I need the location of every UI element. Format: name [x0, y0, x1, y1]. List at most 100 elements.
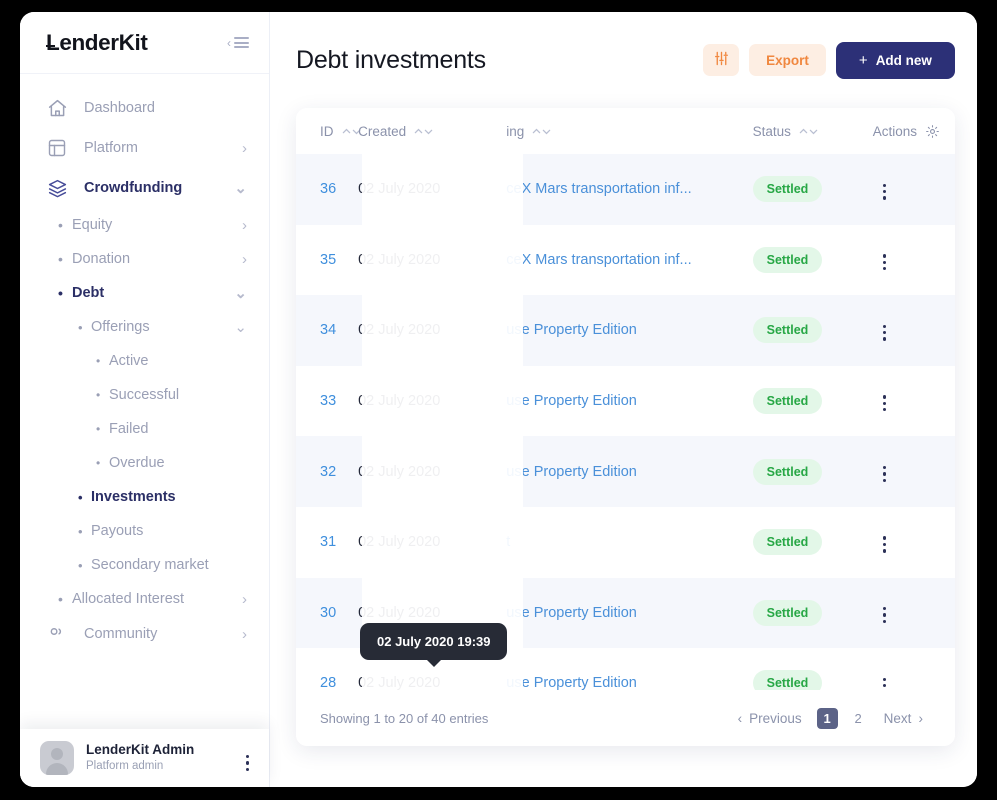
- cell-created: 02 July 2020: [358, 224, 507, 296]
- cell-id[interactable]: 32: [296, 436, 359, 507]
- avatar: [40, 741, 74, 775]
- cell-status: Settled: [748, 506, 859, 578]
- cell-id[interactable]: 30: [296, 577, 359, 649]
- sidebar-item-investments[interactable]: • Investments: [20, 480, 269, 514]
- cell-created: 02 July 2020: [358, 436, 507, 507]
- sidebar-item-secondary-market[interactable]: • Secondary market: [20, 548, 269, 582]
- sidebar-item-platform[interactable]: Platform ›: [20, 128, 269, 168]
- sidebar-item-successful[interactable]: • Successful: [20, 378, 269, 412]
- cell-id[interactable]: 34: [296, 295, 359, 366]
- status-badge: Settled: [752, 458, 823, 485]
- status-badge: Settled: [752, 599, 823, 626]
- row-menu-button[interactable]: [873, 462, 896, 486]
- status-badge: Settled: [752, 176, 823, 203]
- cell-offering[interactable]: use Property Edition: [506, 295, 749, 366]
- cell-offering[interactable]: use Property Edition: [506, 436, 749, 507]
- cell-offering[interactable]: ceX Mars transportation inf...: [506, 154, 749, 225]
- app-window: LenderKit ‹ Dashboard Platform › Crowdfu…: [20, 12, 977, 787]
- gear-icon[interactable]: [925, 124, 940, 139]
- sidebar-collapse-button[interactable]: ‹: [227, 37, 249, 49]
- chevron-down-icon: ⌄: [234, 284, 247, 302]
- sidebar-user-footer[interactable]: LenderKit Admin Platform admin: [20, 729, 269, 787]
- page-button-2[interactable]: 2: [848, 708, 869, 729]
- column-header-actions: Actions: [858, 108, 955, 154]
- status-badge: Settled: [752, 246, 823, 273]
- table-row[interactable]: 32 02 July 2020 use Property Edition Settle…: [296, 436, 955, 507]
- page-button-1[interactable]: 1: [816, 707, 838, 729]
- cell-status: Settled: [748, 224, 859, 296]
- sidebar-item-community[interactable]: Community ›: [20, 616, 269, 652]
- row-menu-button[interactable]: [873, 180, 896, 204]
- row-menu-button[interactable]: [873, 391, 896, 415]
- cell-id[interactable]: 31: [296, 506, 359, 578]
- sidebar-item-crowdfunding[interactable]: Crowdfunding ⌄: [20, 168, 269, 208]
- sort-icon[interactable]: [532, 127, 551, 136]
- column-header-status[interactable]: Status: [748, 108, 859, 154]
- sidebar-item-overdue[interactable]: • Overdue: [20, 446, 269, 480]
- sidebar-item-dashboard[interactable]: Dashboard: [20, 88, 269, 128]
- sidebar-item-label: Successful: [109, 387, 180, 403]
- bullet-icon: •: [58, 591, 63, 607]
- table-header-row: ID Created ing Status Actions: [296, 108, 955, 154]
- filter-button[interactable]: [703, 44, 740, 76]
- cell-created: 02 July 2020: [358, 295, 507, 366]
- cell-created: 02 July 2020: [358, 365, 507, 437]
- cell-offering[interactable]: use Property Edition: [506, 577, 749, 649]
- user-menu-button[interactable]: [240, 745, 255, 771]
- cell-id[interactable]: 33: [296, 365, 359, 437]
- column-header-label: ID: [320, 123, 334, 139]
- table-row[interactable]: 34 02 July 2020 use Property Edition Settle…: [296, 295, 955, 366]
- user-role: Platform admin: [86, 760, 164, 773]
- layout-icon: [46, 137, 68, 159]
- status-badge: Settled: [752, 317, 823, 344]
- cell-offering[interactable]: ceX Mars transportation inf...: [506, 224, 749, 296]
- bullet-icon: •: [58, 285, 63, 301]
- sidebar-item-allocated-interest[interactable]: • Allocated Interest ›: [20, 582, 269, 616]
- table-row[interactable]: 36 02 July 2020 ceX Mars transportation in…: [296, 154, 955, 225]
- sidebar-item-payouts[interactable]: • Payouts: [20, 514, 269, 548]
- add-new-button[interactable]: + Add new: [835, 41, 955, 79]
- bullet-icon: •: [96, 388, 101, 402]
- previous-page-button[interactable]: ‹ Previous: [730, 711, 810, 726]
- table-footer: Showing 1 to 20 of 40 entries ‹ Previous…: [296, 690, 955, 746]
- sidebar-item-donation[interactable]: • Donation ›: [20, 242, 269, 276]
- chevron-right-icon: ›: [242, 250, 247, 268]
- cell-offering[interactable]: use Property Edition: [506, 365, 749, 437]
- cell-offering[interactable]: t: [506, 506, 749, 578]
- export-button[interactable]: Export: [749, 44, 826, 76]
- column-header-created[interactable]: Created: [358, 108, 507, 154]
- sidebar-item-debt[interactable]: • Debt ⌄: [20, 276, 269, 310]
- chevron-left-icon: ‹: [227, 35, 231, 50]
- row-menu-button[interactable]: [873, 321, 896, 345]
- cell-actions: [858, 365, 955, 437]
- cell-id[interactable]: 36: [296, 154, 359, 225]
- sidebar-item-label: Equity: [72, 217, 113, 233]
- sort-icon[interactable]: [414, 127, 433, 136]
- column-header-offering[interactable]: ing: [506, 108, 749, 154]
- next-page-button[interactable]: Next ›: [876, 711, 931, 726]
- cell-id[interactable]: 35: [296, 224, 359, 296]
- pagination: ‹ Previous 1 2 Next ›: [730, 707, 931, 729]
- sort-icon[interactable]: [799, 127, 818, 136]
- cell-actions: [858, 436, 955, 507]
- row-menu-button[interactable]: [873, 603, 896, 627]
- main-content: Debt investments Export + Add new ID Cre…: [270, 12, 977, 787]
- sidebar-item-failed[interactable]: • Failed: [20, 412, 269, 446]
- row-menu-button[interactable]: [873, 250, 896, 274]
- sidebar-item-label: Dashboard: [84, 100, 155, 116]
- row-menu-button[interactable]: [873, 532, 896, 556]
- sidebar-item-offerings[interactable]: • Offerings ⌄: [20, 310, 269, 344]
- sliders-filter-icon: [713, 50, 730, 70]
- user-name: LenderKit Admin: [86, 741, 195, 757]
- cell-status: Settled: [748, 154, 859, 225]
- home-icon: [46, 97, 68, 119]
- table-row[interactable]: 35 02 July 2020 ceX Mars transportation in…: [296, 224, 955, 296]
- bullet-icon: •: [78, 523, 83, 539]
- sidebar-item-label: Payouts: [91, 523, 144, 539]
- sidebar-item-equity[interactable]: • Equity ›: [20, 208, 269, 242]
- table-row[interactable]: 33 02 July 2020 use Property Edition Settle…: [296, 365, 955, 437]
- column-header-id[interactable]: ID: [296, 108, 360, 154]
- brand-logo[interactable]: LenderKit: [46, 30, 148, 56]
- table-row[interactable]: 31 02 July 2020 t Settled: [296, 506, 955, 578]
- sidebar-item-active[interactable]: • Active: [20, 344, 269, 378]
